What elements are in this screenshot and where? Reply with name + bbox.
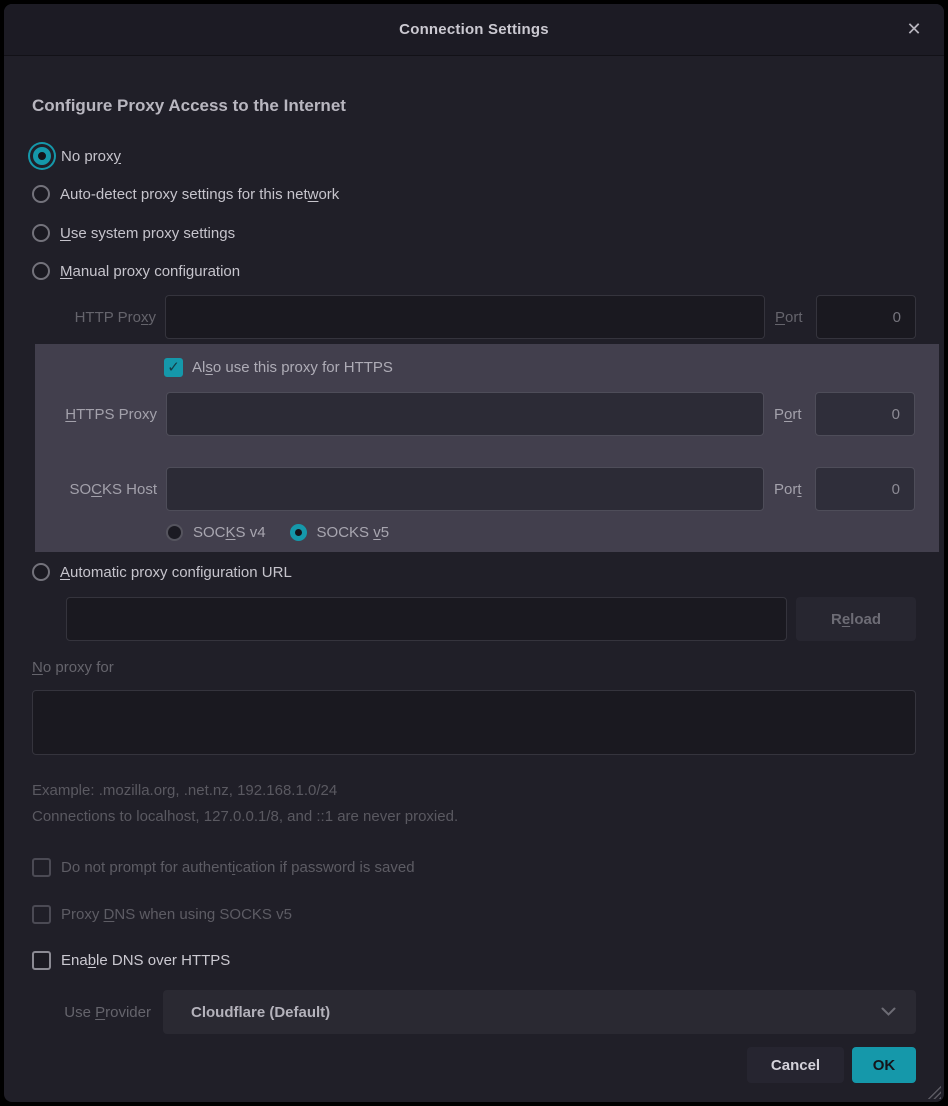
radio-row-auto-detect[interactable]: Auto-detect proxy settings for this netw… — [32, 179, 916, 209]
radio-row-system-proxy[interactable]: Use system proxy settings — [32, 218, 916, 248]
http-port-label: Port — [767, 309, 814, 326]
radio-socks-v5[interactable] — [290, 524, 307, 541]
page-title: Configure Proxy Access to the Internet — [32, 96, 916, 122]
http-proxy-row: HTTP Proxy Port — [32, 295, 916, 339]
proxy-dns-checkbox[interactable] — [32, 905, 51, 924]
auto-url-row: Reload — [32, 597, 916, 641]
check-icon: ✓ — [167, 360, 180, 375]
proxy-dns-label: Proxy DNS when using SOCKS v5 — [61, 906, 292, 923]
http-proxy-label: HTTP Proxy — [32, 309, 163, 326]
radio-system-proxy[interactable] — [32, 224, 50, 242]
chevron-down-icon — [881, 1007, 896, 1017]
no-prompt-auth-row[interactable]: Do not prompt for authentication if pass… — [32, 856, 916, 878]
connection-settings-dialog: Connection Settings ✕ Configure Proxy Ac… — [4, 4, 944, 1102]
proxy-dns-row[interactable]: Proxy DNS when using SOCKS v5 — [32, 903, 916, 925]
http-port-input[interactable] — [816, 295, 916, 339]
https-proxy-label: HTTPS Proxy — [35, 406, 164, 423]
ok-button[interactable]: OK — [852, 1047, 916, 1083]
use-provider-label: Use Provider — [32, 1004, 163, 1021]
dialog-button-row: Cancel OK — [32, 1047, 916, 1083]
radio-no-proxy[interactable] — [33, 147, 51, 165]
radio-auto-detect[interactable] — [32, 185, 50, 203]
socks-port-label: Port — [766, 481, 813, 498]
socks-host-row: SOCKS Host Port — [35, 467, 915, 511]
dialog-title: Connection Settings — [399, 21, 549, 38]
example-text: Example: .mozilla.org, .net.nz, 192.168.… — [32, 782, 916, 802]
provider-dropdown-value: Cloudflare (Default) — [191, 1004, 330, 1021]
enable-doh-row[interactable]: Enable DNS over HTTPS — [32, 949, 916, 971]
socks-host-label: SOCKS Host — [35, 481, 164, 498]
radio-socks-v4-label: SOCKS v4 — [193, 524, 266, 541]
enable-doh-checkbox[interactable] — [32, 951, 51, 970]
radio-row-auto-url[interactable]: Automatic proxy configuration URL — [32, 557, 916, 587]
radio-row-manual-proxy[interactable]: Manual proxy configuration — [32, 256, 916, 286]
radio-auto-url[interactable] — [32, 563, 50, 581]
https-port-label: Port — [766, 406, 813, 423]
no-prompt-auth-label: Do not prompt for authentication if pass… — [61, 859, 415, 876]
radio-manual-proxy-label: Manual proxy configuration — [60, 263, 240, 280]
http-proxy-input[interactable] — [165, 295, 765, 339]
enable-doh-label: Enable DNS over HTTPS — [61, 952, 230, 969]
auto-url-input[interactable] — [66, 597, 787, 641]
radio-system-proxy-label: Use system proxy settings — [60, 225, 235, 242]
dialog-titlebar: Connection Settings ✕ — [4, 4, 944, 56]
manual-proxy-subsection: ✓ Also use this proxy for HTTPS HTTPS Pr… — [35, 344, 939, 552]
radio-auto-url-label: Automatic proxy configuration URL — [60, 564, 292, 581]
radio-manual-proxy[interactable] — [32, 262, 50, 280]
provider-dropdown[interactable]: Cloudflare (Default) — [163, 990, 916, 1034]
cancel-button[interactable]: Cancel — [747, 1047, 844, 1083]
localhost-note-text: Connections to localhost, 127.0.0.1/8, a… — [32, 808, 916, 828]
no-prompt-auth-checkbox[interactable] — [32, 858, 51, 877]
socks-version-radios: SOCKS v4 SOCKS v5 — [35, 522, 915, 542]
socks-host-input[interactable] — [166, 467, 764, 511]
also-https-label: Also use this proxy for HTTPS — [192, 359, 393, 376]
dialog-content: Configure Proxy Access to the Internet N… — [4, 56, 944, 1102]
also-https-row[interactable]: ✓ Also use this proxy for HTTPS — [35, 357, 915, 377]
radio-row-no-proxy[interactable]: No proxy — [32, 141, 916, 171]
https-port-input[interactable] — [815, 392, 915, 436]
radio-socks-v5-label: SOCKS v5 — [317, 524, 390, 541]
reload-button[interactable]: Reload — [796, 597, 916, 641]
https-proxy-row: HTTPS Proxy Port — [35, 392, 915, 436]
no-proxy-for-label: No proxy for — [32, 659, 916, 681]
radio-socks-v4[interactable] — [166, 524, 183, 541]
https-proxy-input[interactable] — [166, 392, 764, 436]
doh-provider-row: Use Provider Cloudflare (Default) — [32, 990, 916, 1034]
radio-auto-detect-label: Auto-detect proxy settings for this netw… — [60, 186, 339, 203]
close-icon[interactable]: ✕ — [900, 16, 928, 44]
socks-port-input[interactable] — [815, 467, 915, 511]
radio-no-proxy-label: No proxy — [61, 148, 121, 165]
also-https-checkbox[interactable]: ✓ — [164, 358, 183, 377]
no-proxy-for-textarea[interactable] — [32, 690, 916, 755]
